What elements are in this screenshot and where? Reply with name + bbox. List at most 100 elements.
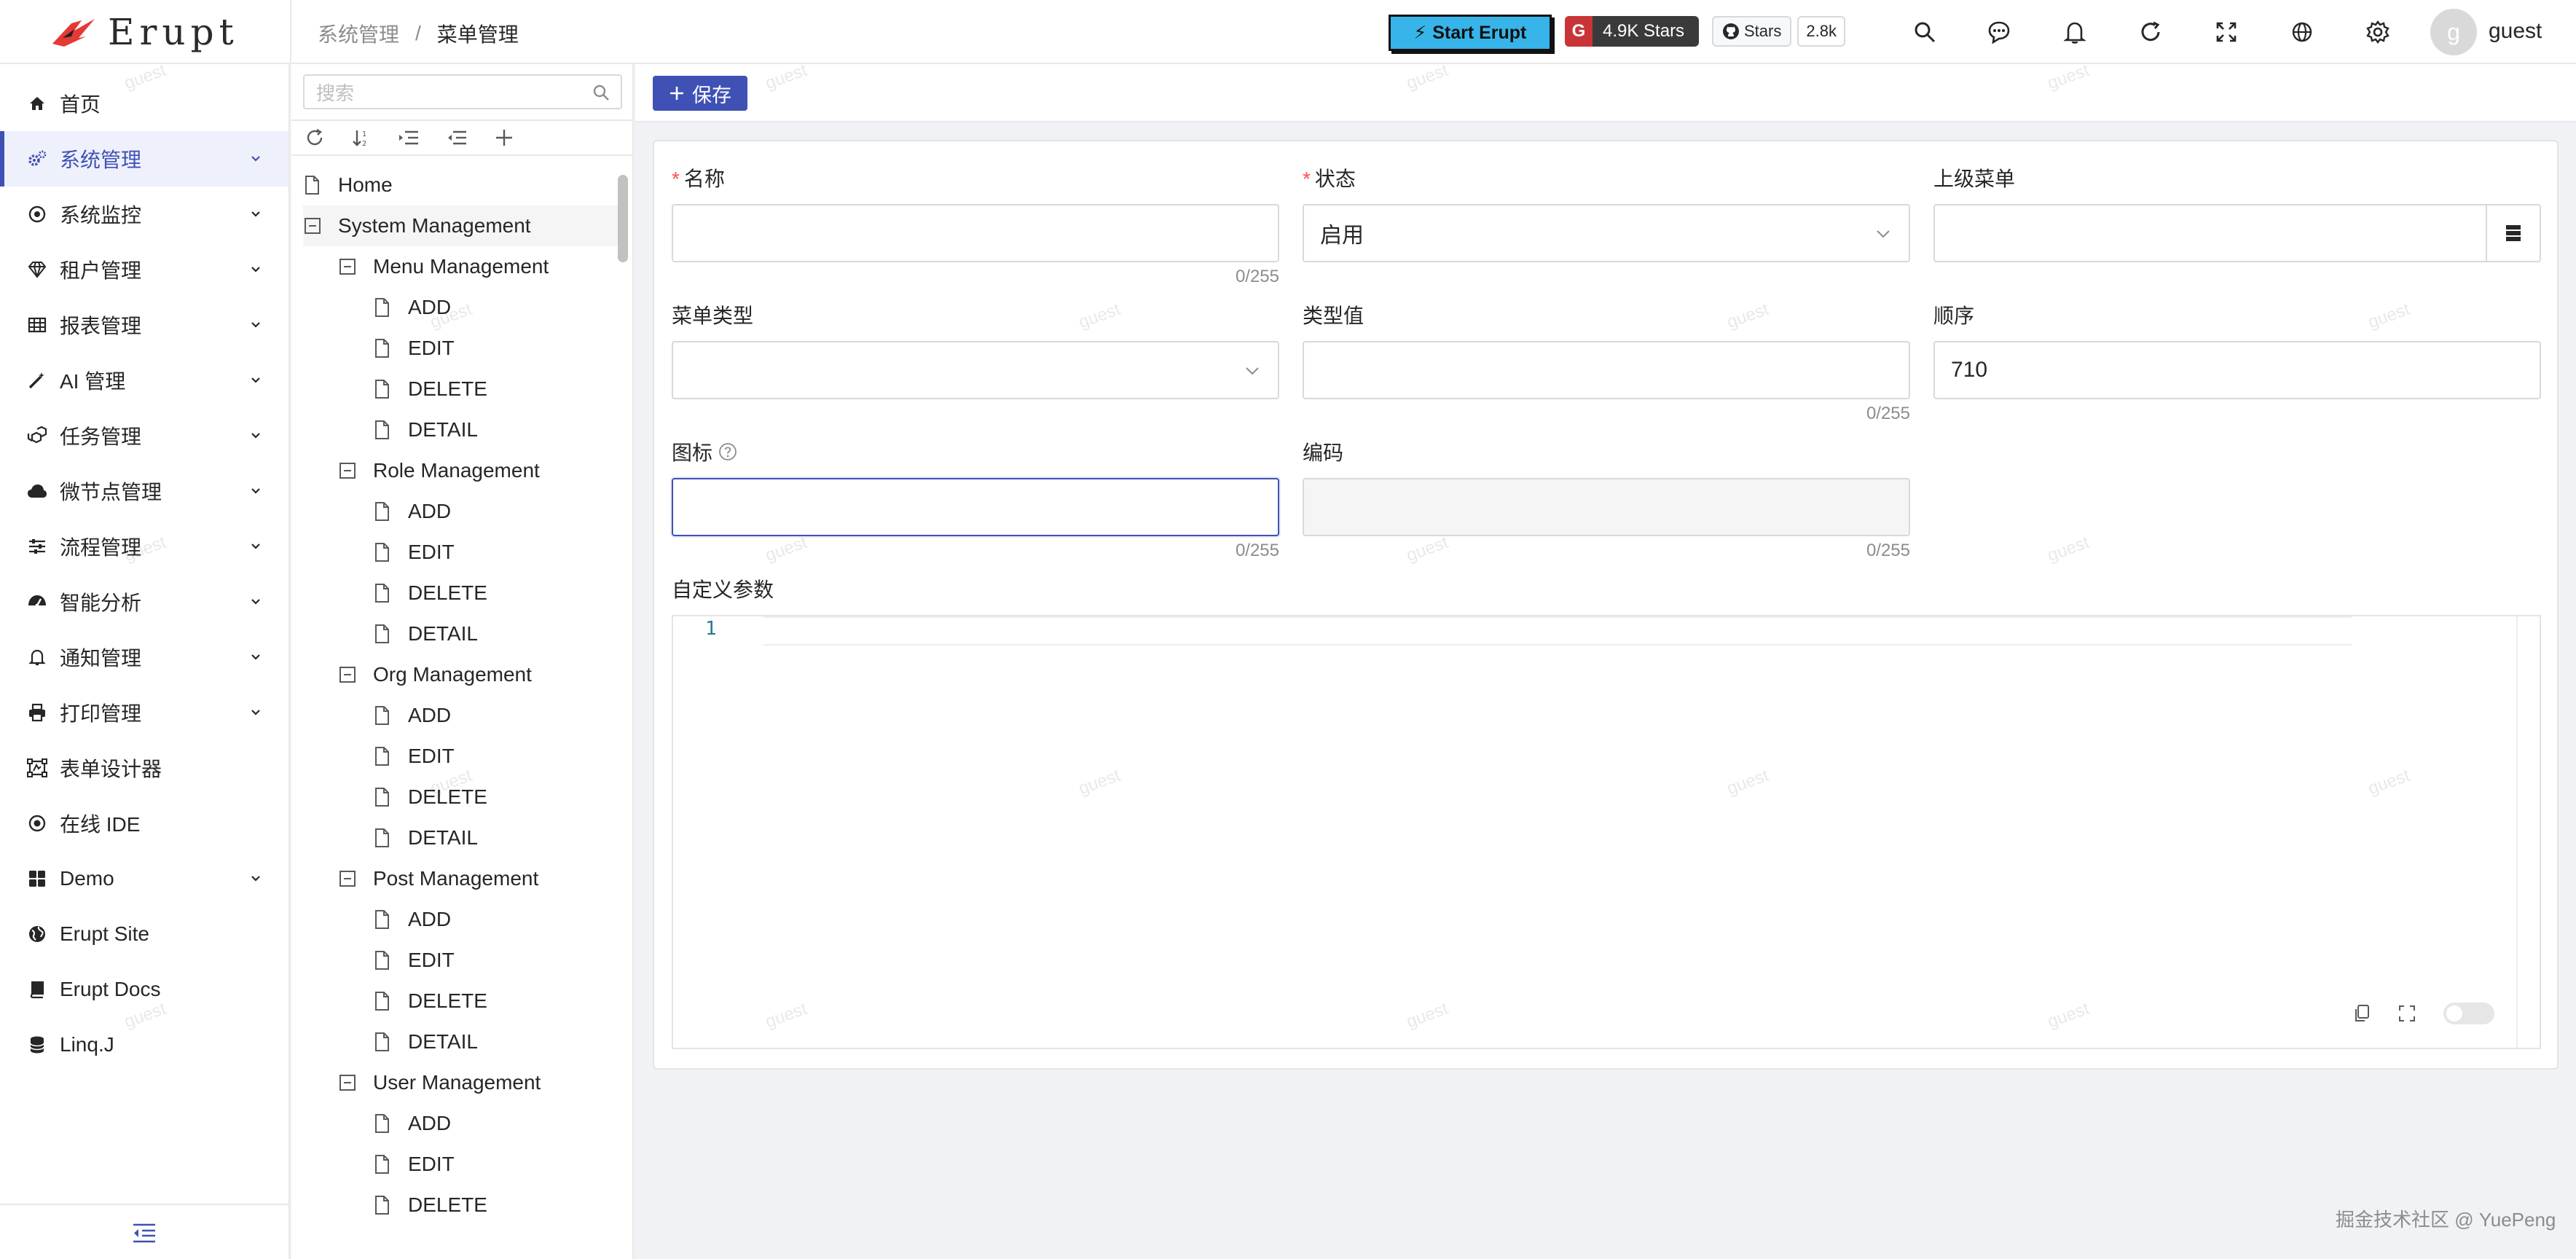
tree-leaf-node[interactable]: EDIT — [373, 940, 455, 981]
tree-folder-node[interactable]: User Management — [338, 1062, 541, 1103]
reload-icon[interactable] — [2136, 17, 2165, 47]
start-erupt-button[interactable]: ⚡ Start Erupt — [1389, 15, 1552, 51]
github-stars-button[interactable]: Stars — [1712, 16, 1792, 47]
type-value-input[interactable] — [1303, 341, 1910, 399]
sidebar-item[interactable]: 报表管理 — [0, 297, 288, 353]
collapse-all-icon[interactable] — [446, 128, 468, 148]
tree-leaf-node[interactable]: DELETE — [373, 573, 487, 613]
sidebar-item[interactable]: AI 管理 — [0, 353, 288, 408]
monitor-icon — [26, 203, 48, 225]
tree-leaf-node[interactable]: ADD — [373, 491, 451, 532]
tree-leaf-node[interactable]: DELETE — [373, 981, 487, 1021]
sidebar-item[interactable]: 通知管理 — [0, 630, 288, 685]
sidebar-item[interactable]: 在线 IDE — [0, 796, 288, 851]
type-value-label: 类型值 — [1303, 305, 1364, 327]
stars-badge[interactable]: G 4.9K Stars — [1565, 16, 1699, 47]
expand-all-icon[interactable] — [398, 128, 420, 148]
breadcrumb-parent[interactable]: 系统管理 — [318, 19, 399, 48]
question-circle-icon[interactable] — [718, 442, 737, 461]
sidebar-item[interactable]: 流程管理 — [0, 519, 288, 574]
refresh-icon[interactable] — [305, 128, 325, 148]
sidebar-item[interactable]: 表单设计器 — [0, 740, 288, 796]
github-stars-count[interactable]: 2.8k — [1797, 16, 1845, 47]
tree-leaf-node[interactable]: ADD — [373, 899, 451, 940]
tree-folder-node[interactable]: Menu Management — [338, 246, 549, 287]
icon-counter: 0/255 — [1235, 541, 1279, 560]
editor-current-line[interactable] — [763, 616, 2352, 646]
parent-menu-picker-button[interactable] — [2486, 205, 2540, 261]
tree-leaf-node[interactable]: DELETE — [373, 369, 487, 409]
tree-leaf-node[interactable]: ADD — [373, 287, 451, 328]
tree-leaf-node[interactable]: ADD — [373, 695, 451, 736]
sidebar-item-label: 智能分析 — [60, 592, 142, 614]
sidebar-collapse-button[interactable] — [0, 1204, 288, 1259]
fullscreen-icon[interactable] — [2212, 17, 2241, 47]
editor-scrollbar[interactable] — [2516, 616, 2540, 1048]
sidebar-item[interactable]: Demo — [0, 851, 288, 906]
sidebar-item[interactable]: 智能分析 — [0, 574, 288, 630]
bell-icon[interactable] — [2060, 17, 2089, 47]
tree-folder-node[interactable]: Post Management — [338, 858, 538, 899]
parent-menu-input[interactable] — [1933, 204, 2541, 262]
minus-square-icon[interactable] — [338, 461, 363, 480]
sidebar-item[interactable]: 打印管理 — [0, 685, 288, 740]
sidebar-item[interactable]: 首页 — [0, 76, 288, 131]
sidebar-item[interactable]: Erupt Docs — [0, 962, 288, 1017]
sort-icon[interactable]: 12 — [351, 128, 372, 148]
tree-leaf-node[interactable]: DETAIL — [373, 1021, 478, 1062]
menu-type-select[interactable] — [672, 341, 1279, 399]
globe-icon[interactable] — [2288, 17, 2317, 47]
username[interactable]: guest — [2489, 19, 2542, 44]
fullscreen-icon[interactable] — [2398, 1005, 2416, 1022]
tree-leaf-node[interactable]: ADD — [373, 1103, 451, 1144]
tree-search-input[interactable]: 搜索 — [303, 74, 622, 109]
tree-leaf-node[interactable]: DETAIL — [373, 409, 478, 450]
tree-leaf-node[interactable]: DELETE — [373, 1185, 487, 1225]
name-input[interactable] — [672, 204, 1279, 262]
minus-square-icon[interactable] — [338, 257, 363, 276]
add-icon[interactable] — [494, 128, 514, 148]
custom-params-editor[interactable]: 1 — [672, 615, 2541, 1049]
tree-leaf-node[interactable]: DETAIL — [373, 613, 478, 654]
tree-leaf-node[interactable]: Home — [303, 165, 393, 205]
erupt-logo[interactable]: Erupt — [50, 11, 239, 53]
tree-leaf-node[interactable]: EDIT — [373, 736, 455, 777]
sidebar-item[interactable]: 租户管理 — [0, 242, 288, 297]
tree-node-label: EDIT — [408, 949, 455, 971]
sidebar-item[interactable]: 系统监控 — [0, 187, 288, 242]
order-input[interactable]: 710 — [1933, 341, 2541, 399]
sidebar-item[interactable]: 微节点管理 — [0, 463, 288, 519]
save-button[interactable]: 保存 — [653, 76, 747, 111]
tree-leaf-node[interactable]: DELETE — [373, 777, 487, 817]
sidebar-item[interactable]: 任务管理 — [0, 408, 288, 463]
logo-text: Erupt — [108, 11, 239, 53]
sidebar-item[interactable]: 系统管理 — [0, 131, 288, 187]
sidebar-item-label: 系统监控 — [60, 204, 142, 227]
tree-leaf-node[interactable]: EDIT — [373, 532, 455, 573]
tree-leaf-node[interactable]: EDIT — [373, 328, 455, 369]
minus-square-icon[interactable] — [338, 1073, 363, 1092]
tree-folder-node[interactable]: Org Management — [338, 654, 532, 695]
avatar[interactable]: g — [2430, 9, 2477, 55]
settings-icon[interactable] — [2363, 17, 2392, 47]
tree-scrollbar[interactable] — [618, 175, 628, 262]
search-icon[interactable] — [1910, 17, 1939, 47]
tree-leaf-node[interactable]: EDIT — [373, 1144, 455, 1185]
editor-theme-toggle[interactable] — [2443, 1003, 2494, 1024]
minus-square-icon[interactable] — [338, 665, 363, 684]
tree-node-label: EDIT — [408, 541, 455, 563]
tree-folder-node[interactable]: Role Management — [338, 450, 540, 491]
home-icon — [26, 93, 48, 114]
status-select[interactable]: 启用 — [1303, 204, 1910, 262]
sidebar-item[interactable]: Linq.J — [0, 1017, 288, 1072]
icon-input[interactable] — [672, 478, 1279, 536]
wand-icon — [26, 369, 48, 391]
minus-square-icon[interactable] — [338, 869, 363, 888]
chat-icon[interactable] — [1984, 17, 2014, 47]
minus-square-icon[interactable] — [303, 216, 328, 235]
sidebar-item[interactable]: Erupt Site — [0, 906, 288, 962]
tree-folder-node[interactable]: System Management — [303, 205, 619, 246]
footer-credit: 掘金技术社区 @ YuePeng — [2336, 1209, 2556, 1231]
tree-leaf-node[interactable]: DETAIL — [373, 817, 478, 858]
copy-icon[interactable] — [2353, 1004, 2371, 1023]
